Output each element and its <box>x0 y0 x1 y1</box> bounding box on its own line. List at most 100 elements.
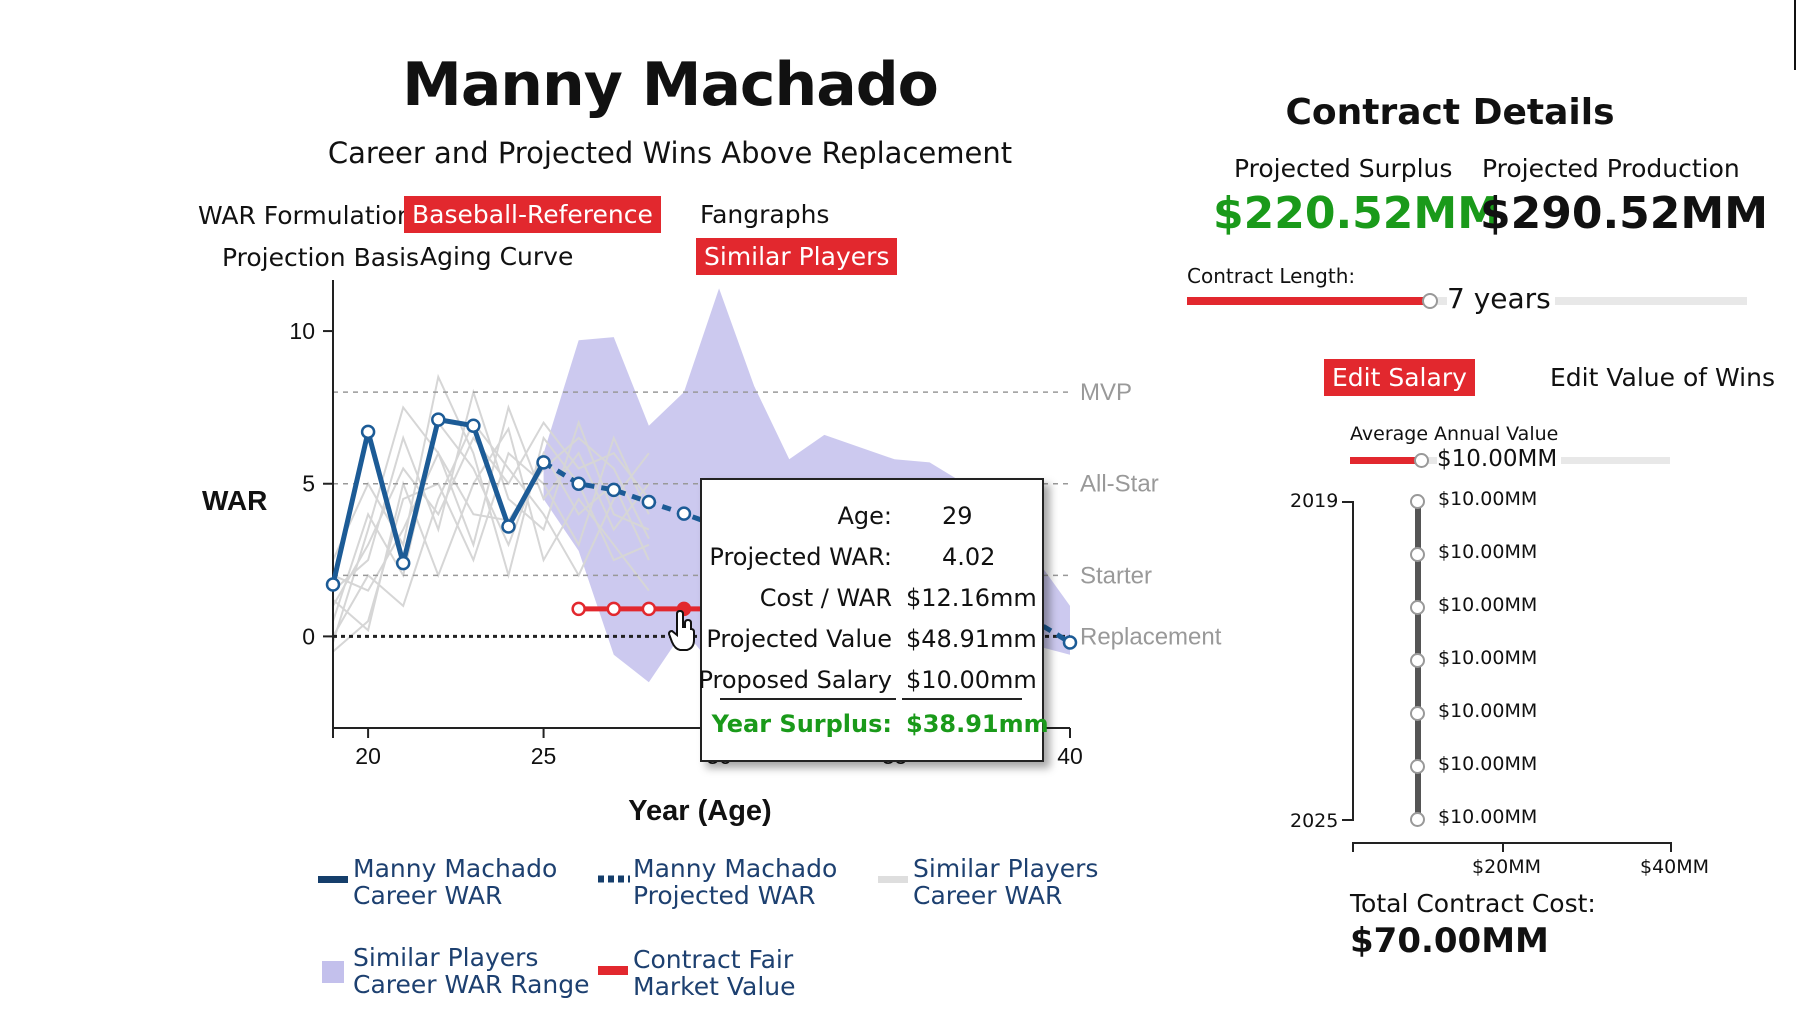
projected-production-value: $290.52MM <box>1480 188 1768 239</box>
legend-projected-swatch <box>598 875 630 883</box>
legend-similar-line2: Career WAR <box>913 881 1063 910</box>
salary-handle[interactable] <box>1410 600 1425 615</box>
legend-range-line1: Similar Players <box>353 943 539 972</box>
y-axis-label: WAR <box>202 485 267 516</box>
tooltip-value-label: Projected Value <box>706 625 892 653</box>
aav-value: $10.00MM <box>1437 446 1562 472</box>
series-point <box>641 494 657 510</box>
salary-handle[interactable] <box>1410 812 1425 827</box>
series-point <box>1062 635 1078 650</box>
series-point <box>431 412 446 427</box>
series-point <box>571 601 586 617</box>
x-tick-label: 20 <box>355 743 381 769</box>
series-point <box>571 476 586 491</box>
series-point <box>325 577 341 592</box>
salary-axis-label-20: $20MM <box>1472 856 1542 878</box>
page-subtitle: Career and Projected Wins Above Replacem… <box>327 136 1013 170</box>
reference-label: Replacement <box>1080 623 1222 650</box>
salary-year-tick-top <box>1342 501 1354 503</box>
series-point <box>395 555 411 571</box>
legend-projected-line1: Manny Machado <box>633 854 838 883</box>
legend-career-line1: Manny Machado <box>353 854 558 883</box>
contract-length-label: Contract Length: <box>1187 264 1356 288</box>
tooltip-surplus-label: Year Surplus: <box>711 710 892 738</box>
legend-projected-line2: Projected WAR <box>633 881 816 910</box>
series-point <box>536 455 551 470</box>
basis-option-similar-players[interactable]: Similar Players <box>696 238 898 275</box>
x-tick-label: 40 <box>1057 743 1083 769</box>
tooltip-war-label: Projected WAR: <box>709 543 892 571</box>
legend-range: Similar Players Career WAR Range <box>353 944 590 998</box>
year-tooltip: Age: 29 Projected WAR: 4.02 Cost / WAR $… <box>698 478 1049 762</box>
x-tick-label: 25 <box>531 743 557 769</box>
legend-similar-line1: Similar Players <box>913 854 1099 883</box>
series-point <box>676 506 692 521</box>
contract-details-title: Contract Details <box>1285 92 1615 133</box>
salary-year-axis <box>1352 501 1354 821</box>
contract-length-fill <box>1187 297 1428 305</box>
series-point <box>641 601 657 617</box>
war-option-baseball-reference[interactable]: Baseball-Reference <box>404 196 661 233</box>
contract-length-value: 7 years <box>1447 282 1555 315</box>
legend-fmv-line2: Market Value <box>633 972 796 1001</box>
legend-career-line2: Career WAR <box>353 881 503 910</box>
series-point <box>501 519 516 534</box>
salary-label-3: $10.00MM <box>1438 594 1538 616</box>
edit-salary-button[interactable]: Edit Salary <box>1324 359 1475 396</box>
war-formulation-label: WAR Formulation: <box>198 201 422 230</box>
tooltip-salary-label: Proposed Salary <box>698 666 892 694</box>
legend-career-swatch <box>318 876 348 883</box>
projected-production-label: Projected Production <box>1482 154 1740 183</box>
projected-surplus-label: Projected Surplus <box>1234 154 1453 183</box>
salary-value-axis <box>1352 842 1672 844</box>
tooltip-divider <box>720 698 896 700</box>
aav-handle[interactable] <box>1414 453 1430 468</box>
salary-label-1: $10.00MM <box>1438 488 1538 510</box>
tooltip-cost-label: Cost / WAR <box>759 584 892 612</box>
salary-handle[interactable] <box>1410 547 1425 562</box>
salary-label-7: $10.00MM <box>1438 806 1538 828</box>
total-contract-cost-label: Total Contract Cost: <box>1350 889 1596 918</box>
salary-label-6: $10.00MM <box>1438 753 1538 775</box>
aav-fill <box>1350 457 1421 464</box>
salary-handle[interactable] <box>1410 759 1425 774</box>
projection-basis-label: Projection Basis <box>222 243 420 272</box>
y-tick-label: 5 <box>302 471 315 497</box>
salary-label-2: $10.00MM <box>1438 541 1538 563</box>
war-option-fangraphs[interactable]: Fangraphs <box>692 196 837 233</box>
legend-range-swatch <box>322 961 344 983</box>
edit-value-of-wins-button[interactable]: Edit Value of Wins <box>1542 359 1783 396</box>
series-point <box>606 482 622 498</box>
salary-handle[interactable] <box>1410 706 1425 721</box>
salary-handle[interactable] <box>1410 494 1425 509</box>
tooltip-cost-value: $12.16mm <box>906 584 1037 612</box>
legend-fmv-swatch <box>598 966 628 975</box>
salary-axis-tick-0 <box>1352 842 1354 852</box>
series-point <box>466 418 481 433</box>
salary-axis-tick-20 <box>1502 842 1504 852</box>
contract-length-handle[interactable] <box>1421 293 1438 309</box>
reference-label: All-Star <box>1080 471 1159 498</box>
basis-option-aging-curve[interactable]: Aging Curve <box>412 238 581 275</box>
edge-divider <box>1794 0 1796 70</box>
tooltip-age-value: 29 <box>942 502 973 530</box>
salary-handle[interactable] <box>1410 653 1425 668</box>
total-contract-cost-value: $70.00MM <box>1350 921 1549 961</box>
salary-axis-label-40: $40MM <box>1640 856 1710 878</box>
reference-label: MVP <box>1080 379 1132 406</box>
tooltip-age-label: Age: <box>837 502 892 530</box>
y-tick-label: 0 <box>302 623 315 649</box>
legend-range-line2: Career WAR Range <box>353 970 590 999</box>
legend-similar-swatch <box>878 876 908 883</box>
x-axis-label: Year (Age) <box>628 795 771 827</box>
reference-label: Starter <box>1080 562 1152 589</box>
salary-year-tick-bottom <box>1342 819 1354 821</box>
legend-fmv: Contract Fair Market Value <box>633 946 796 1000</box>
tooltip-value-value: $48.91mm <box>906 625 1037 653</box>
legend-fmv-line1: Contract Fair <box>633 945 794 974</box>
projected-surplus-value: $220.52MM <box>1213 188 1501 239</box>
salary-year-end: 2025 <box>1290 810 1339 832</box>
salary-year-start: 2019 <box>1290 490 1339 512</box>
salary-label-4: $10.00MM <box>1438 647 1538 669</box>
tooltip-surplus-value: $38.91mm <box>906 710 1049 738</box>
